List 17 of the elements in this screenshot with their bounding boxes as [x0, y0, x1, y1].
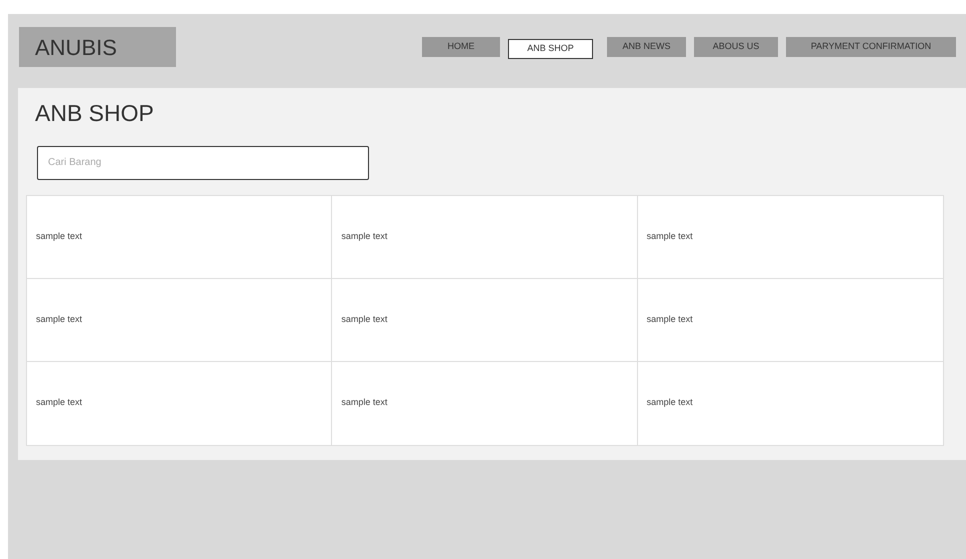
nav-tab[interactable]: ANB NEWS — [607, 37, 686, 57]
nav-tab[interactable]: ANB SHOP — [508, 39, 593, 59]
grid-cell: sample text — [27, 362, 332, 444]
logo: ANUBIS — [19, 27, 176, 67]
search-field[interactable]: Cari Barang — [37, 146, 369, 180]
grid-cell: sample text — [332, 196, 638, 278]
grid-cell: sample text — [332, 278, 638, 362]
nav-tab[interactable]: PARYMENT CONFIRMATION — [786, 37, 956, 57]
grid-cell: sample text — [638, 196, 943, 278]
page-title: ANB SHOP — [35, 99, 155, 128]
grid-cell: sample text — [27, 278, 332, 362]
nav-tab[interactable]: ABOUS US — [694, 37, 778, 57]
grid-cell-text: sample text — [646, 396, 694, 410]
grid-cell: sample text — [332, 362, 638, 444]
grid-cell: sample text — [638, 278, 943, 362]
nav-tab[interactable]: HOME — [422, 37, 500, 57]
grid-cell: sample text — [27, 196, 332, 278]
